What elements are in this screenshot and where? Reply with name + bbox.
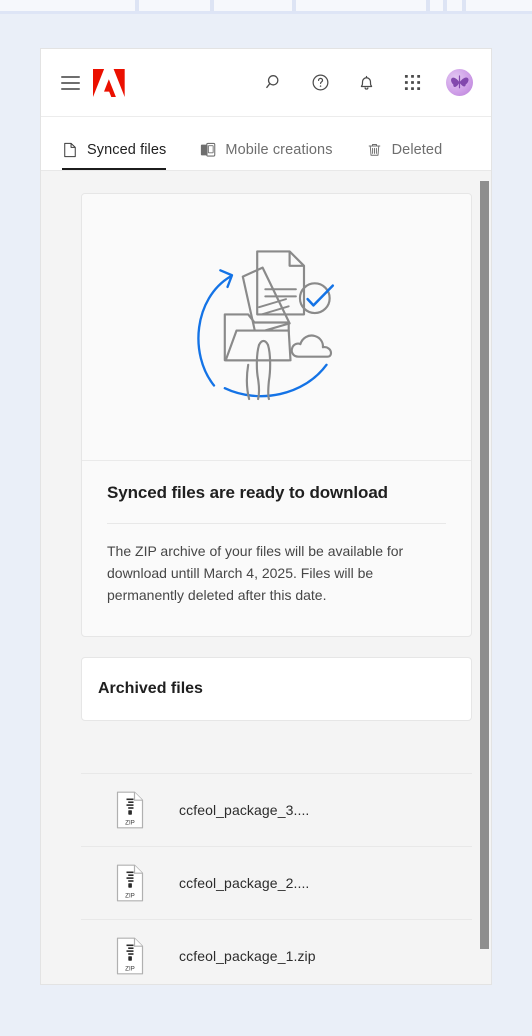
browser-chrome-strip [0, 0, 532, 11]
trash-icon [367, 141, 383, 158]
chrome-tick [135, 0, 139, 11]
archived-files-title: Archived files [98, 680, 203, 697]
chrome-tick [292, 0, 296, 11]
zip-file-icon: ZIP [115, 937, 145, 975]
scrollable-content: Synced files are ready to download The Z… [41, 171, 491, 984]
scrollbar-track[interactable] [477, 171, 491, 984]
app-switcher-icon[interactable] [400, 71, 424, 95]
app-header [41, 49, 491, 117]
search-icon[interactable] [262, 71, 286, 95]
scrollbar-thumb[interactable] [480, 181, 489, 949]
archived-files-list: ZIP ccfeol_package_3.... ZIP ccfeol_pack… [81, 773, 472, 984]
tab-synced-files[interactable]: Synced files [62, 141, 167, 170]
archived-files-card: Archived files [81, 657, 472, 721]
chrome-tick [426, 0, 430, 11]
header-right-group [262, 69, 473, 96]
hamburger-menu-icon[interactable] [61, 75, 80, 90]
file-icon-cell: ZIP [81, 864, 179, 902]
file-icon [62, 141, 78, 158]
chrome-tick [443, 0, 447, 11]
table-row[interactable]: ZIP ccfeol_package_3.... [81, 773, 472, 846]
table-row[interactable]: ZIP ccfeol_package_2.... [81, 846, 472, 919]
chrome-tick [210, 0, 214, 11]
notifications-bell-icon[interactable] [354, 71, 378, 95]
chrome-tick [462, 0, 466, 11]
header-left-group [61, 68, 125, 97]
zip-file-icon: ZIP [115, 864, 145, 902]
svg-text:ZIP: ZIP [125, 893, 135, 900]
mobile-device-icon [200, 141, 216, 158]
file-name: ccfeol_package_3.... [179, 802, 310, 818]
zip-file-icon: ZIP [115, 791, 145, 829]
tab-label: Synced files [87, 141, 167, 158]
help-icon[interactable] [308, 71, 332, 95]
tab-deleted[interactable]: Deleted [367, 141, 443, 170]
svg-text:ZIP: ZIP [125, 820, 135, 827]
synced-files-ready-card: Synced files are ready to download The Z… [81, 193, 472, 637]
table-row[interactable]: ZIP ccfeol_package_1.zip [81, 919, 472, 984]
tab-bar: Synced files Mobile creations Deleted [41, 117, 491, 171]
hero-divider [107, 523, 446, 524]
file-icon-cell: ZIP [81, 791, 179, 829]
svg-text:ZIP: ZIP [125, 966, 135, 973]
file-icon-cell: ZIP [81, 937, 179, 975]
file-name: ccfeol_package_2.... [179, 875, 310, 891]
adobe-logo-icon[interactable] [93, 68, 125, 97]
hero-body: Synced files are ready to download The Z… [82, 461, 471, 636]
tab-mobile-creations[interactable]: Mobile creations [200, 141, 332, 170]
hero-description: The ZIP archive of your files will be av… [107, 543, 404, 603]
hero-title: Synced files are ready to download [107, 483, 388, 502]
chrome-underline [0, 11, 532, 14]
tab-label: Deleted [391, 141, 443, 158]
app-window: Synced files Mobile creations Deleted Sy… [40, 48, 492, 985]
tab-label: Mobile creations [225, 141, 333, 158]
sync-download-illustration [82, 194, 471, 461]
avatar[interactable] [446, 69, 473, 96]
file-name: ccfeol_package_1.zip [179, 948, 316, 964]
